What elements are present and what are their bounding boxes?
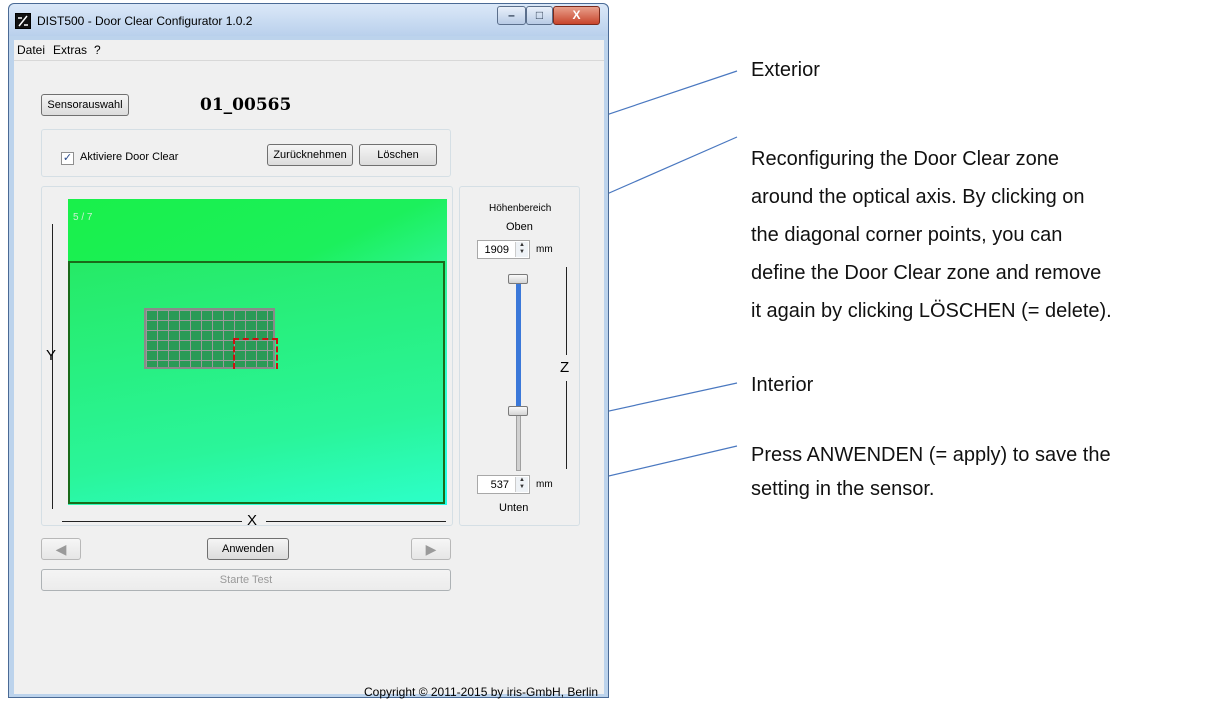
top-slider-handle[interactable] [508, 274, 528, 284]
apply-annotation-line-2: setting in the sensor. [751, 478, 935, 500]
top-height-value: 1909 [484, 244, 509, 256]
reconfigure-annotation-line-2: around the optical axis. By clicking on [751, 186, 1085, 208]
menu-bar: Datei Extras ? [14, 40, 604, 60]
bottom-height-spinbox[interactable]: 537 ▲ ▼ [477, 475, 530, 494]
reconfigure-annotation-line-3: the diagonal corner points, you can [751, 224, 1063, 246]
window-title: DIST500 - Door Clear Configurator 1.0.2 [37, 14, 253, 28]
x-axis-line-left [62, 521, 242, 522]
minimize-button[interactable]: – [497, 6, 526, 25]
bottom-label: Unten [499, 502, 529, 514]
bottom-height-value: 537 [490, 479, 509, 491]
right-arrow-icon: ▶ [425, 541, 437, 557]
y-axis-line [52, 224, 53, 509]
activate-door-clear-checkbox[interactable]: ✓ [61, 152, 74, 165]
reconfigure-annotation-line-5: it again by clicking LÖSCHEN (= delete). [751, 300, 1112, 322]
sensor-select-button[interactable]: Sensorauswahl [41, 94, 129, 116]
x-axis-line-right [266, 521, 446, 522]
undo-button[interactable]: Zurücknehmen [267, 144, 353, 166]
top-height-spinbox[interactable]: 1909 ▲ ▼ [477, 240, 530, 259]
close-icon: X [572, 8, 581, 22]
minimize-icon: – [508, 8, 515, 22]
maximize-button[interactable]: □ [526, 6, 553, 25]
activate-door-clear-label: Aktiviere Door Clear [80, 151, 179, 163]
interior-zone[interactable] [68, 261, 445, 504]
apply-annotation-line-1: Press ANWENDEN (= apply) to save the [751, 444, 1111, 466]
spin-arrows-icon[interactable]: ▲ ▼ [515, 477, 528, 492]
app-window: DIST500 - Door Clear Configurator 1.0.2 … [8, 3, 609, 699]
exterior-annotation: Exterior [751, 59, 820, 81]
y-axis-label: Y [46, 347, 57, 364]
menu-item-help[interactable]: ? [94, 43, 101, 57]
x-axis-label: X [247, 512, 258, 529]
height-slider-fill [516, 283, 521, 410]
reconfigure-annotation-line-4: define the Door Clear zone and remove [751, 262, 1102, 284]
prev-button[interactable]: ◀ [41, 538, 81, 560]
app-icon [15, 13, 31, 29]
interior-annotation: Interior [751, 374, 814, 396]
bottom-slider-handle[interactable] [508, 406, 528, 416]
client-area: Sensorauswahl 01_00565 ✓ Aktiviere Door … [14, 60, 604, 699]
left-arrow-icon: ◀ [55, 541, 67, 557]
top-label: Oben [506, 221, 533, 233]
menu-item-extras[interactable]: Extras [53, 43, 87, 57]
z-axis-label: Z [560, 359, 570, 376]
copyright-text: Copyright © 2011-2015 by iris-GmbH, Berl… [364, 685, 599, 699]
menu-item-datei[interactable]: Datei [17, 43, 45, 57]
z-axis-line-bottom [566, 381, 567, 469]
title-bar[interactable]: DIST500 - Door Clear Configurator 1.0.2 … [9, 4, 608, 36]
height-range-title: Höhenbereich [489, 203, 552, 214]
close-button[interactable]: X [553, 6, 600, 25]
frame-counter: 5 / 7 [73, 212, 93, 223]
apply-button[interactable]: Anwenden [207, 538, 289, 560]
delete-button[interactable]: Löschen [359, 144, 437, 166]
reconfigure-annotation-line-1: Reconfiguring the Door Clear zone [751, 148, 1059, 170]
sensor-id: 01_00565 [200, 95, 292, 115]
bottom-unit: mm [536, 479, 553, 490]
z-axis-line-top [566, 267, 567, 355]
spin-arrows-icon[interactable]: ▲ ▼ [515, 242, 528, 257]
next-button[interactable]: ▶ [411, 538, 451, 560]
maximize-icon: □ [535, 8, 544, 22]
start-test-button[interactable]: Starte Test [41, 569, 451, 591]
top-unit: mm [536, 244, 553, 255]
door-clear-zone[interactable] [233, 338, 278, 369]
